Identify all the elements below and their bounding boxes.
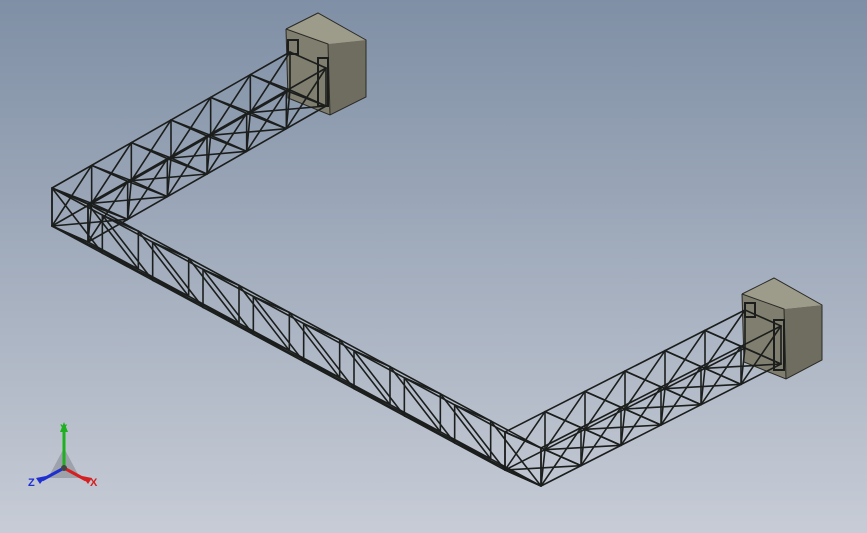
truss-model-view[interactable] <box>0 0 867 533</box>
graphics-viewport[interactable]: Y X Z <box>0 0 867 533</box>
orientation-triad[interactable]: Y X Z <box>22 418 106 498</box>
y-axis-label: Y <box>60 423 68 435</box>
z-axis-label: Z <box>28 477 35 489</box>
x-axis-label: X <box>90 477 98 489</box>
triad-origin-icon <box>61 465 67 471</box>
